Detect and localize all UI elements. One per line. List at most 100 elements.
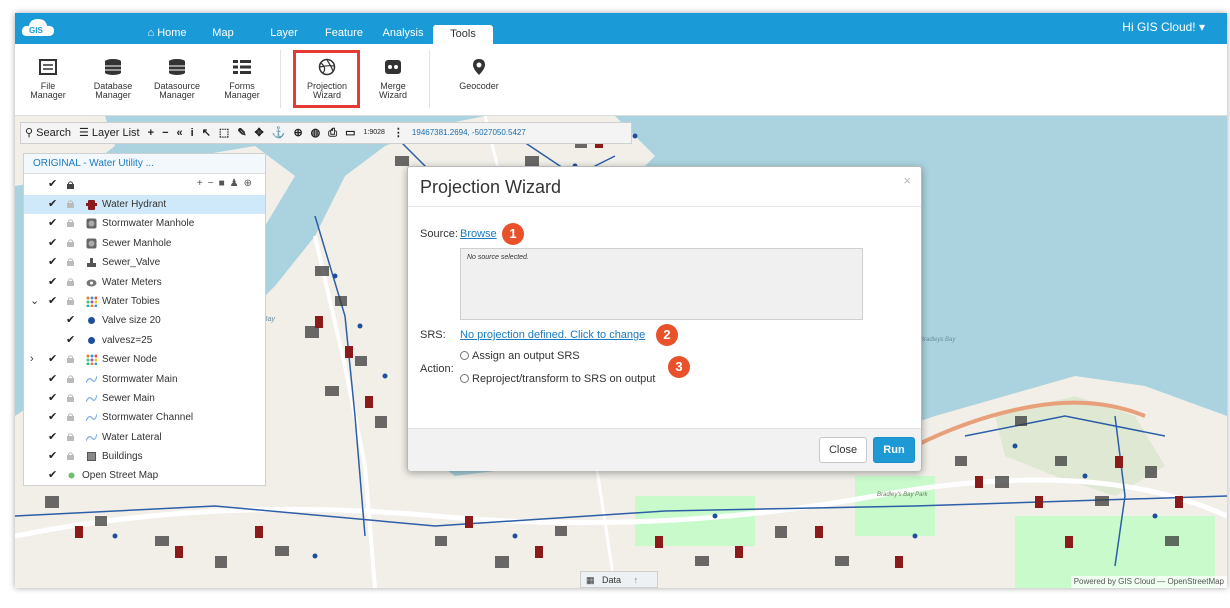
anchor-icon[interactable]: ⚓: [268, 123, 290, 143]
select-box-icon[interactable]: ⬚: [215, 123, 233, 143]
lock-icon[interactable]: [67, 413, 74, 422]
visibility-check-icon[interactable]: ✔: [48, 234, 57, 253]
layer-row[interactable]: ✔ Open Street Map: [24, 466, 265, 485]
layer-row[interactable]: ✔ Buildings: [24, 447, 265, 466]
lock-icon[interactable]: [67, 277, 74, 286]
visibility-check-icon[interactable]: ✔: [66, 311, 75, 330]
tab-feature[interactable]: Feature: [322, 22, 366, 44]
srs-label: SRS:: [420, 329, 446, 341]
manhole-icon: [86, 218, 97, 229]
pointer-icon[interactable]: ↖: [198, 123, 215, 143]
line-icon: [86, 375, 97, 383]
lock-icon[interactable]: [67, 297, 74, 305]
visibility-check-icon[interactable]: ✔: [48, 428, 57, 447]
user-icon[interactable]: ♟: [230, 178, 244, 189]
check-all-icon[interactable]: ✔: [48, 174, 57, 195]
zoom-out-icon[interactable]: −: [158, 123, 172, 143]
visibility-check-icon[interactable]: ✔: [48, 273, 57, 292]
map-project-title[interactable]: ORIGINAL - Water Utility ...: [24, 154, 265, 174]
zoom-layer-icon[interactable]: ⊕: [244, 178, 257, 189]
layer-row[interactable]: ✔ Stormwater Channel: [24, 408, 265, 427]
layer-row[interactable]: ✔ Water Meters: [24, 273, 265, 292]
visibility-check-icon[interactable]: ✔: [48, 253, 57, 272]
lock-icon[interactable]: [67, 239, 74, 247]
layer-name: Water Meters: [102, 276, 162, 288]
tab-map[interactable]: Map: [208, 22, 238, 44]
database-manager-label-2: Manager: [95, 90, 131, 100]
file-manager-icon: [39, 59, 57, 75]
visibility-check-icon[interactable]: ✔: [48, 370, 57, 389]
measure-icon[interactable]: ▭: [341, 123, 359, 143]
layer-row[interactable]: ✔ Water Lateral: [24, 428, 265, 447]
lock-icon[interactable]: [67, 200, 74, 208]
merge-wizard-button[interactable]: Merge Wizard: [367, 44, 419, 116]
lock-icon[interactable]: [67, 432, 74, 441]
visibility-check-icon[interactable]: ✔: [48, 292, 57, 311]
hydrant-icon: [86, 200, 97, 210]
edit-icon[interactable]: ✎: [233, 123, 250, 143]
visibility-check-icon[interactable]: ✔: [48, 214, 57, 233]
tab-tools[interactable]: Tools: [433, 25, 493, 44]
visibility-check-icon[interactable]: ✔: [48, 195, 57, 214]
tab-home[interactable]: ⌂ Home: [141, 22, 193, 44]
add-layer-icon[interactable]: +: [197, 178, 208, 189]
layer-row[interactable]: ✔ Sewer Main: [24, 389, 265, 408]
dialog-title: Projection Wizard: [420, 177, 562, 197]
browse-link[interactable]: Browse: [460, 228, 497, 240]
visibility-check-icon[interactable]: ✔: [48, 447, 57, 466]
visibility-check-icon[interactable]: ✔: [48, 408, 57, 427]
search-button[interactable]: ⚲ Search: [21, 123, 75, 143]
visibility-check-icon[interactable]: ✔: [48, 350, 57, 369]
forms-manager-button[interactable]: Forms Manager: [218, 44, 266, 116]
tab-analysis[interactable]: Analysis: [379, 22, 427, 44]
user-menu[interactable]: Hi GIS Cloud! ▾: [1122, 20, 1205, 34]
folder-icon[interactable]: ■: [219, 178, 230, 189]
print-icon[interactable]: ⎙: [324, 123, 341, 143]
info-icon[interactable]: i: [187, 123, 198, 143]
datasource-manager-button[interactable]: Datasource Manager: [149, 44, 205, 116]
action-label: Action:: [420, 363, 454, 375]
run-button[interactable]: Run: [873, 437, 915, 463]
layer-row[interactable]: › ✔ Sewer Node: [24, 350, 265, 369]
data-tab[interactable]: ▦ Data ↑: [580, 571, 658, 588]
layer-row[interactable]: ✔ Stormwater Main: [24, 370, 265, 389]
visibility-check-icon[interactable]: ✔: [66, 331, 75, 350]
gis-cloud-logo[interactable]: GIS: [21, 16, 55, 40]
layer-row[interactable]: ✔ valvesz=25: [24, 331, 265, 350]
layer-row[interactable]: ⌄ ✔ Water Tobies: [24, 292, 265, 311]
file-manager-button[interactable]: File Manager: [25, 44, 71, 116]
lock-icon[interactable]: [67, 374, 74, 383]
tab-layer[interactable]: Layer: [266, 22, 302, 44]
lock-icon[interactable]: [67, 219, 74, 228]
visibility-check-icon[interactable]: ✔: [48, 466, 57, 485]
layer-actions-toolbar: +−■♟⊕: [197, 178, 257, 189]
remove-layer-icon[interactable]: −: [208, 178, 219, 189]
srs-change-link[interactable]: No projection defined. Click to change: [460, 329, 645, 341]
zoom-in-icon[interactable]: +: [144, 123, 158, 143]
layer-row[interactable]: ✔ Valve size 20: [24, 311, 265, 330]
lock-icon[interactable]: [67, 181, 74, 189]
layer-row[interactable]: ✔ Sewer Manhole: [24, 234, 265, 253]
layer-row[interactable]: ✔ Sewer_Valve: [24, 253, 265, 272]
assign-srs-radio[interactable]: Assign an output SRS: [460, 350, 580, 362]
layer-row[interactable]: ✔ Water Hydrant: [24, 195, 265, 215]
collapse-icon[interactable]: «: [173, 123, 187, 143]
globe-toggle-icon[interactable]: ◍: [307, 123, 325, 143]
lock-icon[interactable]: [67, 394, 74, 402]
lock-icon[interactable]: [67, 355, 74, 364]
layer-list-button[interactable]: ☰ Layer List: [75, 123, 144, 143]
database-manager-button[interactable]: Database Manager: [89, 44, 137, 116]
zoom-box-icon[interactable]: ⊕: [289, 123, 306, 143]
chevron-down-icon[interactable]: ⌄: [30, 292, 39, 311]
visibility-check-icon[interactable]: ✔: [48, 389, 57, 408]
more-icon[interactable]: ⋮: [389, 123, 408, 143]
chevron-right-icon[interactable]: ›: [30, 350, 34, 369]
lock-icon[interactable]: [67, 258, 74, 267]
geocoder-button[interactable]: Geocoder: [451, 44, 507, 116]
reproject-radio[interactable]: Reproject/transform to SRS on output: [460, 373, 655, 385]
dialog-close-icon[interactable]: ×: [903, 173, 911, 188]
layer-row[interactable]: ✔ Stormwater Manhole: [24, 214, 265, 233]
pan-icon[interactable]: ✥: [251, 123, 268, 143]
lock-icon[interactable]: [67, 452, 74, 461]
close-button[interactable]: Close: [819, 437, 867, 463]
